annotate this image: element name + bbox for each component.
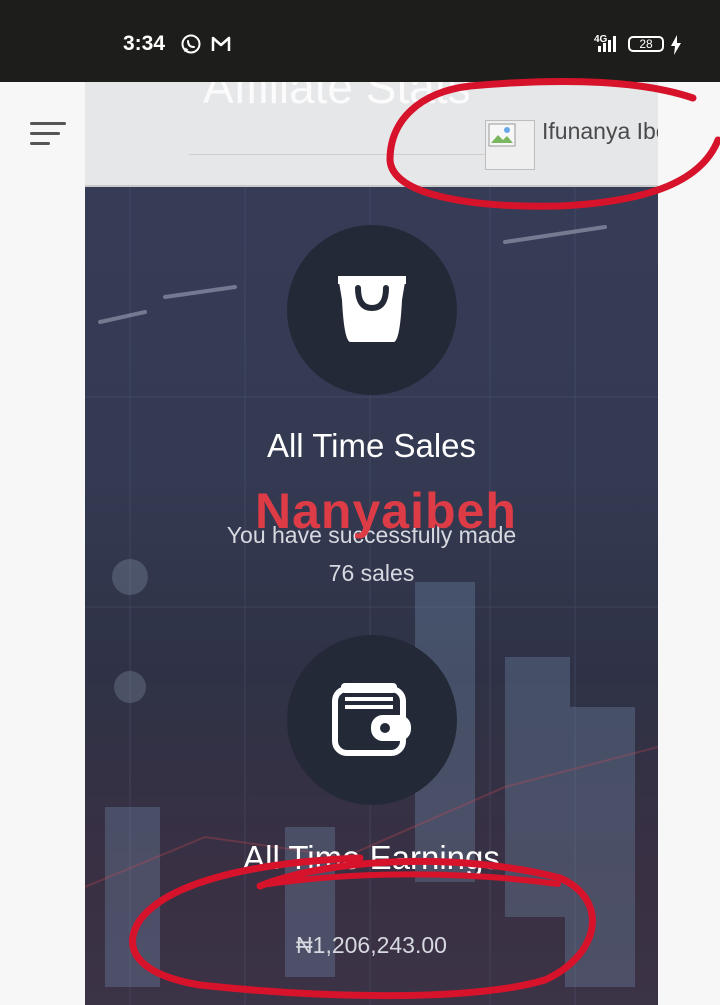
- stats-panel: All Time Sales You have successfully mad…: [85, 187, 658, 1005]
- earnings-icon-circle: [287, 635, 457, 805]
- avatar[interactable]: [485, 120, 535, 170]
- status-bar: 3:34 4G 28: [0, 0, 720, 82]
- sales-icon-circle: [287, 225, 457, 395]
- charging-icon: [671, 35, 681, 55]
- gmail-icon: [211, 36, 231, 51]
- title-divider: [189, 154, 529, 155]
- page-header: Affiliate Stats Ifunanya Ibeh: [85, 82, 658, 187]
- shopping-bag-icon: [338, 276, 406, 342]
- sales-title: All Time Sales: [266, 427, 477, 464]
- sales-count: 76 sales: [328, 560, 415, 586]
- status-time: 3:34: [123, 32, 166, 55]
- signal-icon: [598, 36, 616, 52]
- main-content: Affiliate Stats Ifunanya Ibeh: [85, 82, 658, 1005]
- menu-icon[interactable]: [30, 122, 66, 146]
- battery-indicator: 28: [628, 36, 664, 52]
- page-title: Affiliate Stats: [203, 82, 471, 113]
- whatsapp-icon: [181, 34, 201, 54]
- broken-image-icon: [488, 123, 516, 147]
- earnings-title: All Time Earnings: [243, 839, 500, 876]
- wallet-icon: [332, 683, 411, 756]
- earnings-amount: ₦1,206,243.00: [296, 932, 447, 958]
- watermark-text: Nanyaibeh: [255, 483, 517, 539]
- user-menu-name[interactable]: Ifunanya Ibeh: [542, 118, 658, 145]
